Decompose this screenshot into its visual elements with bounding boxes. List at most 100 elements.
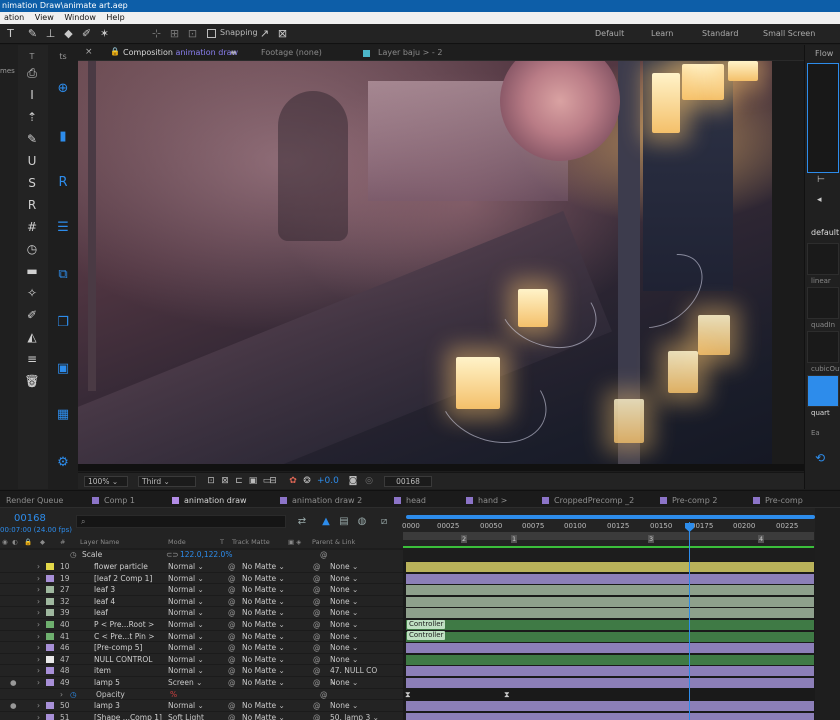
layer-label-color[interactable] bbox=[46, 574, 54, 582]
roto-brush-tool-icon[interactable]: ✐ bbox=[80, 27, 93, 40]
rt-icon[interactable]: R bbox=[55, 175, 71, 191]
layer-duration-bar[interactable] bbox=[406, 596, 814, 607]
brush-icon[interactable]: ✐ bbox=[24, 307, 40, 323]
parent-header[interactable]: Parent & Link bbox=[312, 538, 355, 546]
layer-name[interactable]: item bbox=[94, 665, 111, 676]
settings-icon[interactable]: ⚙ bbox=[55, 455, 71, 471]
layer-search-input[interactable]: ⌕ bbox=[76, 515, 286, 528]
preserve-transparency-icon[interactable]: @ bbox=[228, 654, 236, 665]
reference-icon[interactable]: R bbox=[24, 197, 40, 213]
layer-row[interactable]: › 10 flower particle Normal ⌄ @ No Matte ⌄ @ No… bbox=[0, 561, 403, 573]
track-matte-dropdown[interactable]: No Matte ⌄ bbox=[242, 631, 286, 642]
layer-label-color[interactable] bbox=[46, 621, 54, 628]
layer-duration-bar[interactable] bbox=[406, 631, 814, 642]
keyframe-icon[interactable]: ⧗ bbox=[405, 690, 411, 700]
flow-collapse-icon[interactable]: ⊢ bbox=[817, 175, 825, 185]
track-matte-header[interactable]: Track Matte bbox=[232, 538, 270, 546]
property-row[interactable]: › ◷ Opacity% @ bbox=[0, 689, 403, 701]
tab-footage[interactable]: Footage (none) bbox=[261, 48, 322, 57]
tab-render-queue[interactable]: Render Queue bbox=[6, 496, 63, 505]
blend-mode-dropdown[interactable]: Normal ⌄ bbox=[168, 584, 212, 594]
label-column-icon[interactable]: ◆ bbox=[40, 538, 45, 546]
keyframe-icon[interactable]: ⧗ bbox=[504, 690, 510, 700]
blend-mode-dropdown[interactable]: Soft Light ⌄ bbox=[168, 712, 212, 720]
align-lines-icon[interactable]: ☰ bbox=[55, 220, 71, 236]
blend-mode-dropdown[interactable]: Normal ⌄ bbox=[168, 619, 212, 629]
work-area-bar[interactable] bbox=[406, 515, 815, 519]
layer-name[interactable]: leaf 4 bbox=[94, 596, 115, 607]
layer-label-color[interactable] bbox=[46, 597, 54, 605]
tab-comp-1[interactable]: Comp 1 bbox=[92, 496, 135, 505]
blend-mode-dropdown[interactable]: Normal ⌄ bbox=[168, 561, 212, 571]
show-snapshot-icon[interactable]: ◎ bbox=[364, 476, 374, 486]
layer-row[interactable]: › 48 item Normal ⌄ @ No Matte ⌄ @47. NULL CO ⌄ bbox=[0, 665, 403, 686]
layer-label-color[interactable] bbox=[46, 609, 54, 617]
parent-dropdown[interactable]: None ⌄ bbox=[330, 619, 385, 630]
magic-wand-icon[interactable]: ✧ bbox=[24, 285, 40, 301]
tab-hand[interactable]: hand > bbox=[466, 496, 507, 505]
pickwhip-icon[interactable]: @ bbox=[320, 689, 328, 700]
comp-marker[interactable]: 3 bbox=[648, 535, 655, 543]
transparency-grid-icon[interactable]: ⊠ bbox=[220, 476, 230, 486]
flow-back-icon[interactable]: ◂ bbox=[817, 195, 822, 205]
twirl-arrow-icon[interactable]: › bbox=[37, 700, 40, 711]
timer-icon[interactable]: ◷ bbox=[24, 241, 40, 257]
av-features-icon[interactable]: ◉ bbox=[2, 538, 8, 546]
parent-pickwhip-icon[interactable]: @ bbox=[313, 573, 321, 584]
blend-mode-dropdown[interactable]: Normal ⌄ bbox=[168, 665, 212, 675]
layer-name[interactable]: [Pre-comp 5] bbox=[94, 642, 142, 653]
delete-icon[interactable]: ▮ bbox=[55, 129, 71, 145]
puppet-pin-tool-icon[interactable]: ✶ bbox=[98, 27, 111, 40]
layer-duration-bar[interactable] bbox=[406, 608, 814, 619]
parent-dropdown[interactable]: 50. lamp 3 ⌄ bbox=[330, 712, 385, 720]
type-tool-icon[interactable]: T bbox=[4, 27, 17, 40]
preserve-transparency-icon[interactable]: @ bbox=[228, 642, 236, 653]
twirl-arrow-icon[interactable]: › bbox=[37, 584, 40, 595]
parent-dropdown[interactable]: None ⌄ bbox=[330, 573, 385, 584]
menu-item-help[interactable]: Help bbox=[102, 12, 128, 24]
parent-dropdown[interactable]: None ⌄ bbox=[330, 631, 385, 642]
layer-label-color[interactable] bbox=[46, 586, 54, 594]
twirl-arrow-icon[interactable]: › bbox=[60, 689, 63, 700]
layer-row[interactable]: › 46 [Pre-comp 5] Normal ⌄ @ No Matte ⌄ @ None … bbox=[0, 642, 403, 654]
layer-row[interactable]: › 40 P < Pre...Root > Normal ⌄ @ No Matte ⌄ @ N… bbox=[0, 619, 403, 631]
layer-duration-bar[interactable] bbox=[406, 562, 814, 572]
parent-pickwhip-icon[interactable]: @ bbox=[313, 607, 321, 618]
track-matte-dropdown[interactable]: No Matte ⌄ bbox=[242, 677, 286, 688]
workspace-learn[interactable]: Learn bbox=[651, 29, 673, 38]
layer-row[interactable]: › 19 [leaf 2 Comp 1] Normal ⌄ @ No Matte ⌄ @ No… bbox=[0, 573, 403, 585]
menu-item-view[interactable]: View bbox=[31, 12, 58, 24]
parent-pickwhip-icon[interactable]: @ bbox=[313, 619, 321, 630]
parent-pickwhip-icon[interactable]: @ bbox=[313, 712, 321, 720]
parent-dropdown[interactable]: None ⌄ bbox=[330, 596, 385, 607]
tab-composition[interactable]: Composition animation draw bbox=[123, 48, 238, 57]
layer-label-color[interactable] bbox=[46, 679, 54, 686]
preserve-transparency-icon[interactable]: @ bbox=[228, 573, 236, 584]
layer-name[interactable]: flower particle bbox=[94, 561, 148, 572]
track-matte-dropdown[interactable]: No Matte ⌄ bbox=[242, 596, 286, 607]
graph-editor-icon[interactable]: ⧄ bbox=[378, 516, 390, 528]
curve-preset-linear[interactable] bbox=[807, 243, 839, 275]
close-comp-tab-icon[interactable]: × bbox=[85, 47, 93, 57]
workspace-default[interactable]: Default bbox=[595, 29, 624, 38]
track-matte-dropdown[interactable]: No Matte ⌄ bbox=[242, 561, 286, 572]
layers-stack-icon[interactable]: ≡ bbox=[24, 351, 40, 367]
parent-dropdown[interactable]: None ⌄ bbox=[330, 607, 385, 618]
layer-duration-bar[interactable] bbox=[406, 678, 814, 688]
twirl-arrow-icon[interactable]: › bbox=[37, 631, 40, 642]
lock-column-icon[interactable]: 🔒 bbox=[24, 538, 32, 546]
layer-label-color[interactable] bbox=[46, 655, 54, 663]
layer-row[interactable]: › 27 leaf 3 Normal ⌄ @ No Matte ⌄ @ None ⌄ bbox=[0, 584, 403, 596]
copy-layers-icon[interactable]: ❐ bbox=[55, 315, 71, 331]
layer-duration-bar[interactable] bbox=[406, 643, 814, 654]
layer-row[interactable]: › 47 NULL CONTROL Normal ⌄ @ No Matte ⌄ @ None … bbox=[0, 654, 403, 666]
layer-name-header[interactable]: Layer Name bbox=[80, 538, 119, 546]
parent-pickwhip-icon[interactable]: @ bbox=[313, 677, 321, 688]
comp-marker[interactable]: 1 bbox=[511, 535, 518, 543]
layer-duration-bar[interactable] bbox=[406, 620, 814, 630]
layer-name[interactable]: P < Pre...Root > bbox=[94, 619, 154, 630]
view-options-icon[interactable]: ⊟ bbox=[268, 476, 278, 486]
clone-stamp-tool-icon[interactable]: ⊥ bbox=[44, 27, 57, 40]
ruler-icon[interactable]: ▬ bbox=[24, 263, 40, 279]
resolution-dropdown[interactable]: Third ⌄ bbox=[138, 476, 196, 487]
